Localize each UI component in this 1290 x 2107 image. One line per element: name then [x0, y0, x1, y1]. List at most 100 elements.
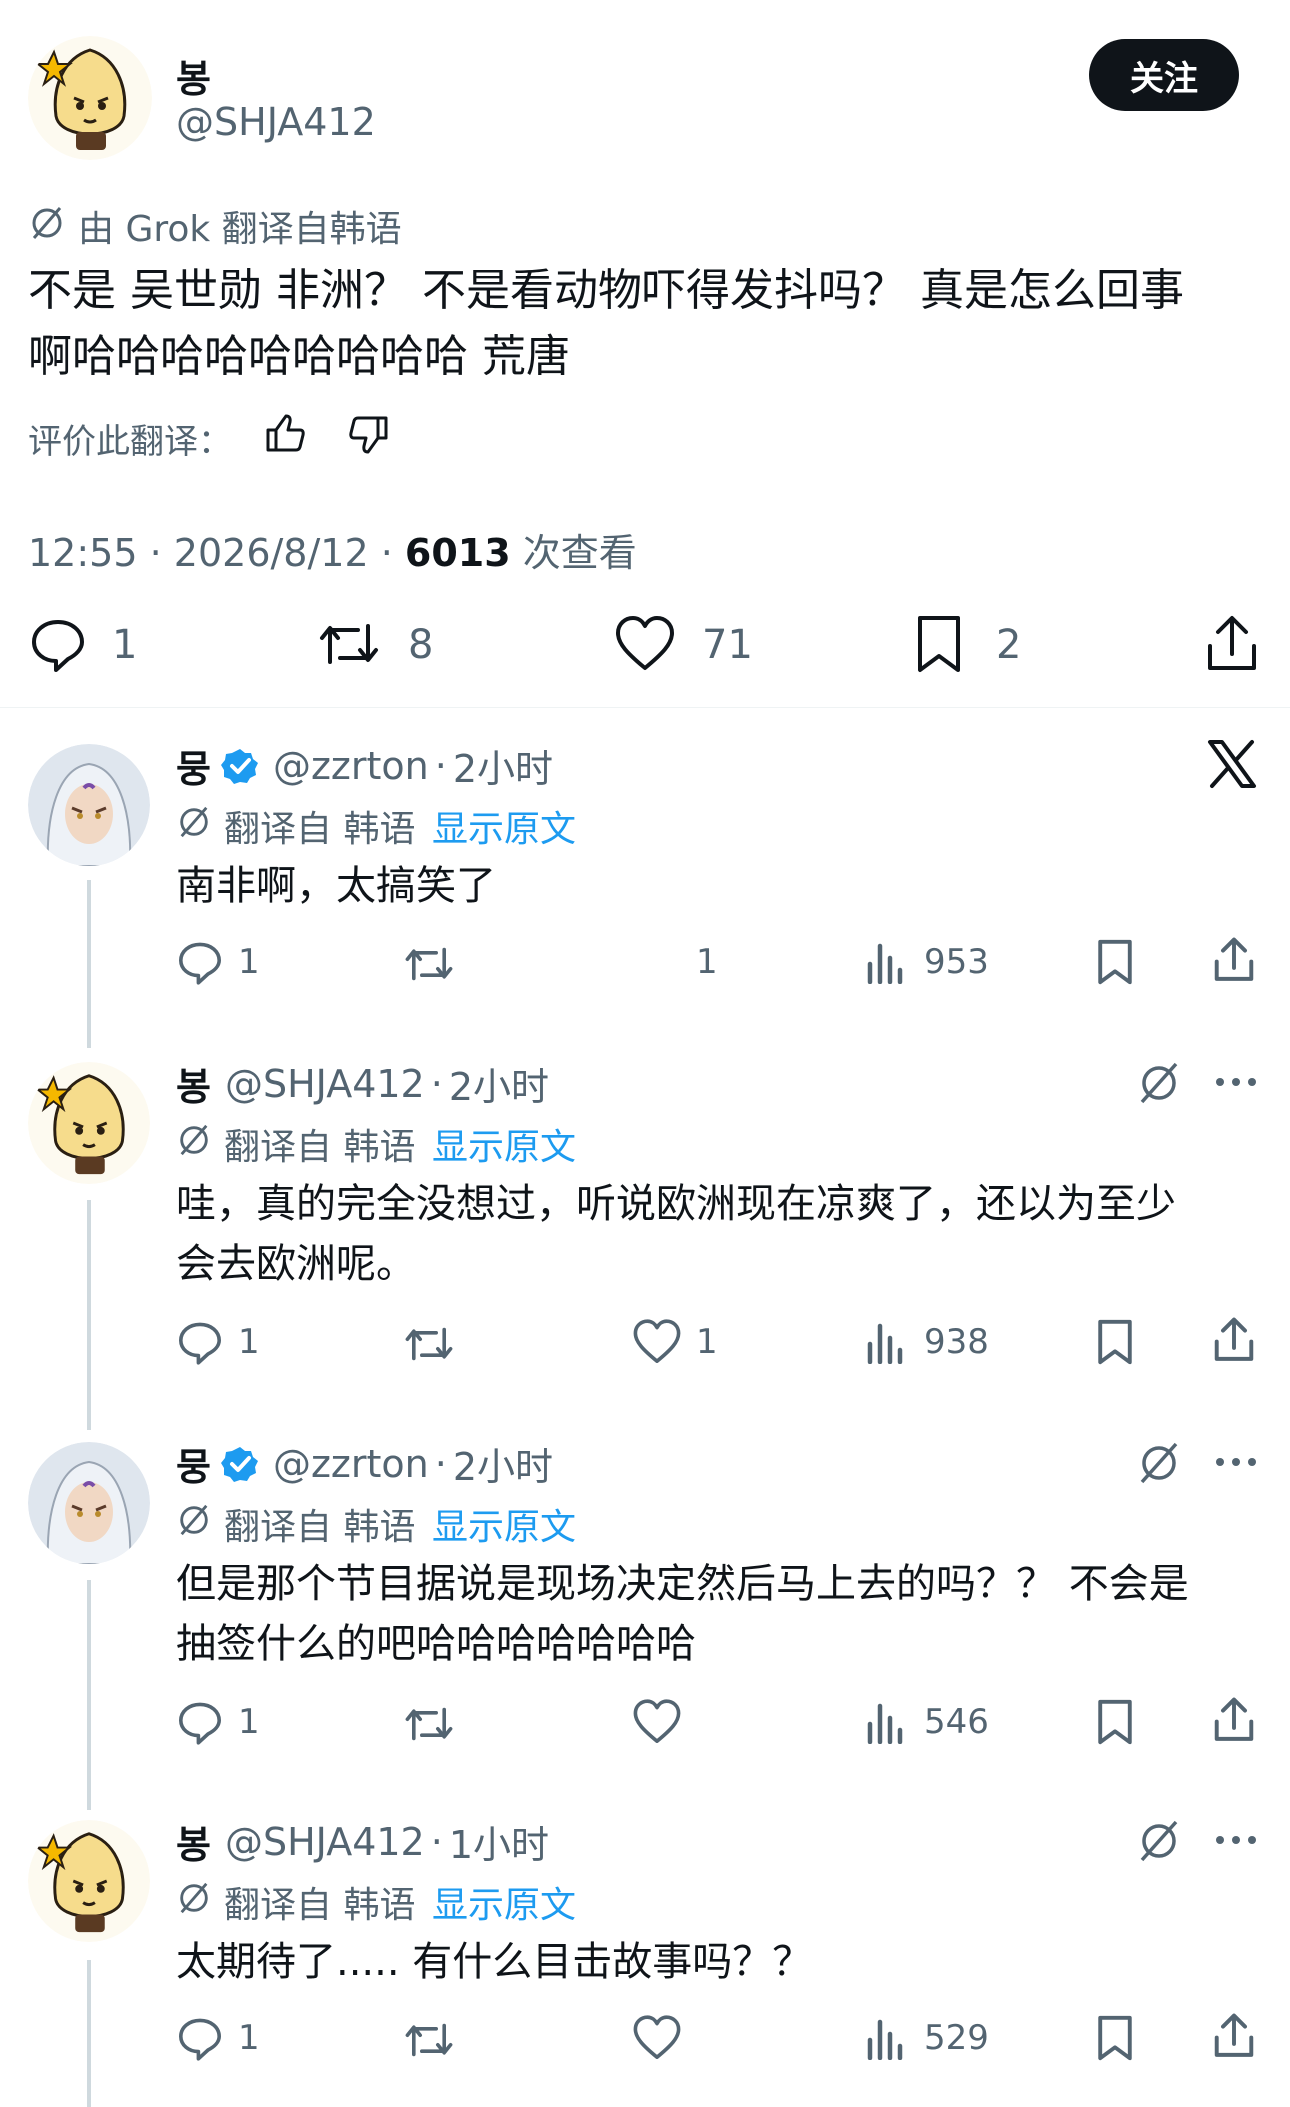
reply-time[interactable]: 2小时: [449, 1056, 549, 1111]
reply-author-name[interactable]: 봉: [176, 1056, 211, 1111]
like-count: 71: [702, 622, 753, 668]
bookmark-icon[interactable]: [1094, 1318, 1136, 1366]
reply-avatar[interactable]: [28, 1442, 150, 1564]
reply-time[interactable]: 1小时: [449, 1814, 549, 1869]
bookmark-icon[interactable]: [1094, 1698, 1136, 1746]
thread-line: [87, 1960, 91, 2107]
reply-text-line-1: 太期待了..... 有什么目击故事吗？？: [176, 1939, 813, 1985]
reply-author-name[interactable]: 봉: [176, 1814, 211, 1869]
reply-avatar[interactable]: [28, 744, 150, 866]
reply-avatar[interactable]: [28, 1820, 150, 1942]
share-icon[interactable]: [1204, 614, 1260, 674]
retweet-icon[interactable]: [316, 614, 382, 674]
separator: ·: [434, 743, 447, 788]
retweet-icon[interactable]: [402, 940, 456, 988]
translate-icon: [176, 804, 212, 840]
reply-header: 뭉 @zzrton · 2小时: [176, 1436, 553, 1491]
thumbs-up-icon[interactable]: [262, 410, 308, 456]
grok-icon[interactable]: [1136, 1818, 1182, 1864]
show-original-link[interactable]: 显示原文: [432, 1118, 576, 1170]
retweet-icon[interactable]: [402, 2016, 456, 2064]
views-icon[interactable]: [866, 1320, 908, 1364]
share-icon[interactable]: [1212, 2012, 1256, 2060]
more-options-icon[interactable]: [1214, 1456, 1258, 1468]
reply-text-line-1: 哇，真的完全没想过，听说欧洲现在凉爽了，还以为至少: [176, 1181, 1176, 1227]
heart-icon[interactable]: [632, 2014, 682, 2062]
reply-count: 1: [238, 2018, 260, 2058]
thread-line: [87, 880, 91, 1048]
thread-line: [87, 1200, 91, 1430]
reply-icon[interactable]: [176, 938, 224, 986]
reply-count: 1: [112, 622, 138, 668]
retweet-icon[interactable]: [402, 1700, 456, 1748]
author-avatar[interactable]: [28, 36, 152, 160]
share-icon[interactable]: [1212, 1696, 1256, 1744]
translated-label: 翻译自 韩语: [224, 1885, 416, 1926]
follow-button[interactable]: 关注: [1089, 39, 1239, 111]
heart-icon[interactable]: [632, 1318, 682, 1366]
bookmark-count: 2: [996, 622, 1022, 668]
reply-header: 봉 @SHJA412 · 1小时: [176, 1814, 549, 1869]
reply-text-line-2: 抽签什么的吧哈哈哈哈哈哈哈: [176, 1621, 696, 1667]
separator: ·: [380, 531, 393, 575]
views-icon[interactable]: [866, 940, 908, 984]
retweet-count: 8: [408, 622, 434, 668]
reply-author-name[interactable]: 뭉: [176, 738, 211, 793]
reply-header: 봉 @SHJA412 · 2小时: [176, 1056, 549, 1111]
grok-icon[interactable]: [1136, 1440, 1182, 1486]
thread-line: [87, 1580, 91, 1810]
tweet-meta-row: 12:55 · 2026/8/12 · 6013 次查看: [28, 522, 637, 577]
reply-count: 1: [238, 1322, 260, 1362]
share-icon[interactable]: [1212, 1316, 1256, 1364]
reply-author-handle[interactable]: @zzrton: [273, 744, 429, 788]
tweet-text-line-2: 啊哈哈哈哈哈哈哈哈哈 荒唐: [28, 331, 570, 382]
tweet-date[interactable]: 2026/8/12: [174, 531, 369, 575]
rate-translation-label: 评价此翻译：: [28, 422, 232, 462]
show-original-link[interactable]: 显示原文: [432, 800, 576, 852]
show-original-link[interactable]: 显示原文: [432, 1876, 576, 1928]
reply-author-handle[interactable]: @SHJA412: [225, 1820, 425, 1864]
reply-author-handle[interactable]: @zzrton: [273, 1442, 429, 1486]
divider: [0, 707, 1290, 708]
reply-avatar[interactable]: [28, 1062, 150, 1184]
verified-badge-icon: [220, 1445, 259, 1483]
bookmark-icon[interactable]: [1094, 2014, 1136, 2062]
tweet-time[interactable]: 12:55: [28, 531, 138, 575]
retweet-icon[interactable]: [402, 1320, 456, 1368]
reply-text-line-2: 会去欧洲呢。: [176, 1241, 416, 1287]
translated-label: 翻译自 韩语: [224, 1127, 416, 1168]
view-count: 953: [924, 942, 989, 982]
reply-time[interactable]: 2小时: [453, 738, 553, 793]
views-icon[interactable]: [866, 1700, 908, 1744]
share-icon[interactable]: [1212, 936, 1256, 984]
reply-icon[interactable]: [28, 614, 88, 674]
views-icon[interactable]: [866, 2016, 908, 2060]
reply-author-name[interactable]: 뭉: [176, 1436, 211, 1491]
author-handle[interactable]: @SHJA412: [176, 100, 376, 144]
heart-icon[interactable]: [632, 1698, 682, 1746]
reply-author-handle[interactable]: @SHJA412: [225, 1062, 425, 1106]
bookmark-icon[interactable]: [1094, 938, 1136, 986]
reply-count: 1: [238, 1702, 260, 1742]
more-options-icon[interactable]: [1214, 1076, 1258, 1088]
reply-time[interactable]: 2小时: [453, 1436, 553, 1491]
more-options-icon[interactable]: [1214, 1834, 1258, 1846]
reply-icon[interactable]: [176, 2014, 224, 2062]
separator: ·: [430, 1819, 443, 1864]
separator: ·: [434, 1441, 447, 1486]
reply-icon[interactable]: [176, 1318, 224, 1366]
thumbs-down-icon[interactable]: [346, 412, 392, 458]
reply-text-line-1: 但是那个节目据说是现场决定然后马上去的吗？？ 不会是: [176, 1561, 1189, 1607]
heart-icon[interactable]: [614, 614, 676, 674]
reply-icon[interactable]: [176, 1698, 224, 1746]
view-count: 546: [924, 1702, 989, 1742]
like-count: 1: [696, 1322, 718, 1362]
translated-label: 翻译自 韩语: [224, 809, 416, 850]
view-count: 6013: [404, 531, 511, 575]
like-count: 1: [696, 942, 718, 982]
translate-icon: [176, 1122, 212, 1158]
bookmark-icon[interactable]: [912, 614, 966, 674]
author-name[interactable]: 봉: [176, 48, 211, 103]
show-original-link[interactable]: 显示原文: [432, 1498, 576, 1550]
grok-icon[interactable]: [1136, 1060, 1182, 1106]
